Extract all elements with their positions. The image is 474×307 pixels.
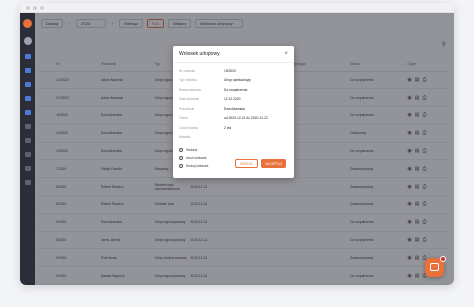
field-label: Czas trwania <box>179 125 199 130</box>
field-value: 2 dni <box>224 125 232 130</box>
modal-field-row: Status wniosku Do rozpatrzenia <box>173 85 294 95</box>
modal-field-row: Okres od 2020-12-21 do 2020-12-22 <box>173 114 294 124</box>
field-value: Do rozpatrzenia <box>224 87 248 92</box>
accept-button[interactable]: AKCEPTUJ <box>261 159 286 168</box>
notification-badge <box>440 256 446 262</box>
print-request-link-label: Drukuj wniosek <box>186 164 209 168</box>
modal-field-row: Typ wniosku Urlop opieka/ciąży <box>173 76 294 86</box>
field-label: Notatka <box>179 135 191 140</box>
modal-header: Wniosek urlopowy × <box>173 46 294 63</box>
sidebar <box>20 13 35 285</box>
modal-field-row: Pracownik Ewa Adamska <box>173 104 294 114</box>
delete-request-link-label: Usuń wniosek <box>186 156 207 160</box>
window-dot-icon <box>40 5 44 10</box>
field-label: Typ wniosku <box>179 78 198 83</box>
modal-field-row: Czas trwania 2 dni <box>173 123 294 133</box>
leave-request-modal: Wniosek urlopowy × Nr wniosku 15/2020 Typ … <box>173 46 294 178</box>
chat-icon <box>430 263 439 271</box>
documents-icon[interactable] <box>24 138 31 143</box>
window-dot-icon <box>26 5 30 10</box>
modal-field-row: Notatka <box>173 133 294 143</box>
field-label: Data złożenia <box>179 97 199 102</box>
browser-chrome <box>20 3 454 13</box>
field-value: od 2020-12-21 do 2020-12-22 <box>224 116 268 121</box>
modal-title: Wniosek urlopowy <box>179 51 220 57</box>
modal-field-row: Data złożenia 12.12.2020 <box>173 95 294 105</box>
field-value: Ewa Adamska <box>224 106 245 111</box>
history-icon <box>179 148 183 152</box>
finance-icon[interactable] <box>24 124 31 129</box>
close-icon[interactable]: × <box>284 51 288 57</box>
print-icon <box>179 164 183 168</box>
reject-button[interactable]: ODRZUĆ <box>234 159 259 168</box>
calendar-icon[interactable] <box>24 68 31 73</box>
timesheet-icon[interactable] <box>24 96 31 101</box>
avatar[interactable] <box>23 37 32 45</box>
chat-button[interactable] <box>425 256 446 277</box>
dashboard-icon[interactable] <box>24 54 31 59</box>
delete-icon <box>179 156 183 160</box>
modal-actions: ODRZUĆ AKCEPTUJ <box>234 159 286 168</box>
field-value: 15/2020 <box>224 68 236 73</box>
people-icon[interactable] <box>24 82 31 87</box>
settings-icon[interactable] <box>24 166 31 171</box>
logo-icon[interactable] <box>23 19 32 28</box>
help-icon[interactable] <box>24 180 31 185</box>
app: Dzisiaj ‹ 2020 › Miesiąc Rok Własny Wnio… <box>20 13 454 285</box>
add-icon[interactable] <box>24 110 31 115</box>
field-label: Nr wniosku <box>179 68 196 73</box>
field-value: 12.12.2020 <box>224 97 241 102</box>
window-dot-icon <box>33 5 37 10</box>
history-link-label: Historia <box>186 148 198 152</box>
history-link[interactable]: Historia <box>179 146 294 154</box>
modal-fields: Nr wniosku 15/2020 Typ wniosku Urlop opieka… <box>173 63 294 142</box>
browser-window: Dzisiaj ‹ 2020 › Miesiąc Rok Własny Wnio… <box>20 3 454 285</box>
field-label: Status wniosku <box>179 87 202 92</box>
field-label: Pracownik <box>179 106 195 111</box>
reports-icon[interactable] <box>24 152 31 157</box>
field-value: Urlop opieka/ciąży <box>224 78 251 83</box>
field-label: Okres <box>179 116 188 121</box>
modal-field-row: Nr wniosku 15/2020 <box>173 66 294 76</box>
